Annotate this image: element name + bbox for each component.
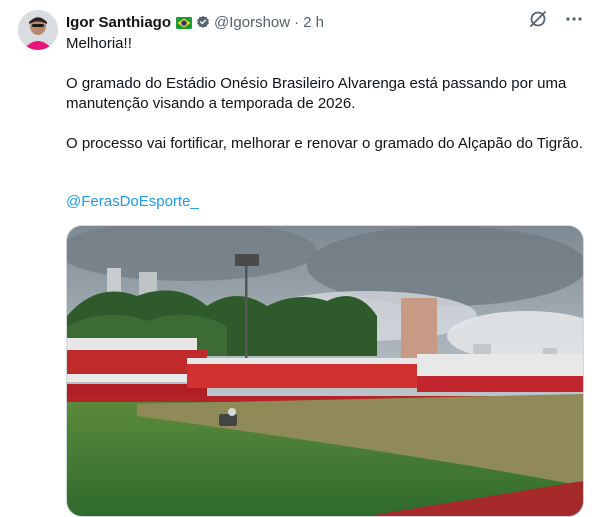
avatar-image: [18, 10, 58, 50]
verified-badge-icon: [196, 15, 210, 29]
author-handle[interactable]: @Igorshow: [214, 14, 290, 31]
brazil-flag-icon: [176, 16, 192, 29]
tweet-paragraph-2: O gramado do Estádio Onésio Brasileiro A…: [66, 75, 567, 112]
grok-icon[interactable]: [527, 8, 549, 30]
avatar[interactable]: [18, 10, 58, 50]
more-options-icon[interactable]: [563, 8, 585, 30]
tweet-paragraph-3: O processo vai fortificar, melhorar e re…: [66, 135, 583, 152]
mention-link[interactable]: @FerasDoEsporte_: [66, 192, 199, 212]
tweet: Igor Santhiago @Igorshow · 2 h Melhoria!…: [0, 0, 603, 517]
separator-dot: ·: [294, 13, 300, 31]
tweet-header: Igor Santhiago @Igorshow · 2 h: [66, 11, 603, 33]
author-name[interactable]: Igor Santhiago: [66, 14, 171, 31]
header-actions: [527, 8, 585, 30]
stadium-photo: [67, 226, 583, 516]
tweet-media-image[interactable]: [66, 225, 584, 517]
timestamp[interactable]: 2 h: [303, 14, 324, 31]
tweet-line-1: Melhoria!!: [66, 35, 132, 52]
